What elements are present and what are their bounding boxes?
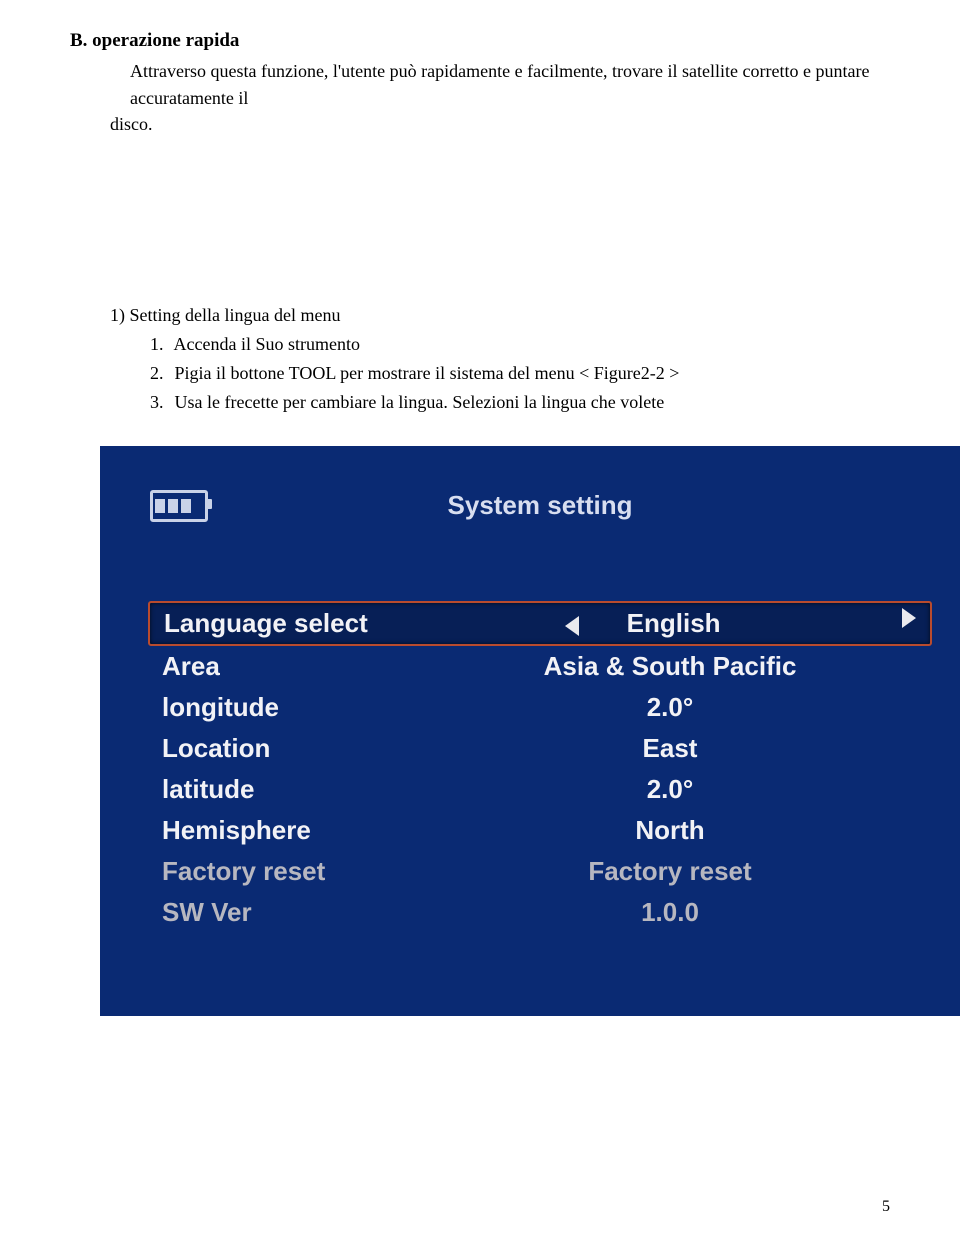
- step-text: Accenda il Suo strumento: [174, 334, 360, 354]
- list-item: 1. Accenda il Suo strumento: [150, 330, 890, 359]
- step-number: 2.: [150, 359, 170, 388]
- setting-value: Asia & South Pacific: [422, 651, 918, 682]
- settings-panel: Language select English Area Asia & Sout…: [148, 601, 932, 933]
- setting-label: Area: [162, 651, 422, 682]
- setting-row-longitude[interactable]: longitude 2.0°: [148, 687, 932, 728]
- setting-value: North: [422, 815, 918, 846]
- setting-row-factory-reset[interactable]: Factory reset Factory reset: [148, 851, 932, 892]
- device-screenshot: System setting Language select English A…: [100, 446, 960, 1016]
- arrow-left-icon[interactable]: [565, 616, 579, 636]
- setting-value[interactable]: English: [424, 608, 916, 639]
- setting-row-language[interactable]: Language select English: [148, 601, 932, 646]
- setting-label: Factory reset: [162, 856, 422, 887]
- setting-value: 2.0°: [422, 692, 918, 723]
- setting-label: Language select: [164, 608, 424, 639]
- setting-label: Hemisphere: [162, 815, 422, 846]
- list-item: 2. Pigia il bottone TOOL per mostrare il…: [150, 359, 890, 388]
- setting-row-area[interactable]: Area Asia & South Pacific: [148, 646, 932, 687]
- setting-row-location[interactable]: Location East: [148, 728, 932, 769]
- setting-value: 1.0.0: [422, 897, 918, 928]
- setting-row-sw-ver: SW Ver 1.0.0: [148, 892, 932, 933]
- step-list: 1. Accenda il Suo strumento 2. Pigia il …: [150, 330, 890, 416]
- step-text: Pigia il bottone TOOL per mostrare il si…: [175, 363, 680, 383]
- step-number: 3.: [150, 388, 170, 417]
- setting-value: Factory reset: [422, 856, 918, 887]
- setting-row-latitude[interactable]: latitude 2.0°: [148, 769, 932, 810]
- setting-label: latitude: [162, 774, 422, 805]
- page-number: 5: [882, 1198, 890, 1216]
- intro-paragraph: Attraverso questa funzione, l'utente può…: [130, 58, 880, 112]
- arrow-right-icon[interactable]: [902, 608, 916, 628]
- step-number: 1.: [150, 330, 170, 359]
- section-title: B. operazione rapida: [70, 30, 890, 52]
- step-text: Usa le frecette per cambiare la lingua. …: [175, 392, 665, 412]
- intro-paragraph-tail: disco.: [110, 114, 890, 135]
- list-item: 3. Usa le frecette per cambiare la lingu…: [150, 388, 890, 417]
- setting-row-hemisphere[interactable]: Hemisphere North: [148, 810, 932, 851]
- screen-title: System setting: [100, 490, 960, 521]
- setting-label: Location: [162, 733, 422, 764]
- setting-value: East: [422, 733, 918, 764]
- subheading: 1) Setting della lingua del menu: [110, 305, 890, 326]
- document-page: B. operazione rapida Attraverso questa f…: [0, 0, 960, 1234]
- setting-label: longitude: [162, 692, 422, 723]
- setting-value-text: English: [627, 608, 721, 639]
- setting-value: 2.0°: [422, 774, 918, 805]
- setting-label: SW Ver: [162, 897, 422, 928]
